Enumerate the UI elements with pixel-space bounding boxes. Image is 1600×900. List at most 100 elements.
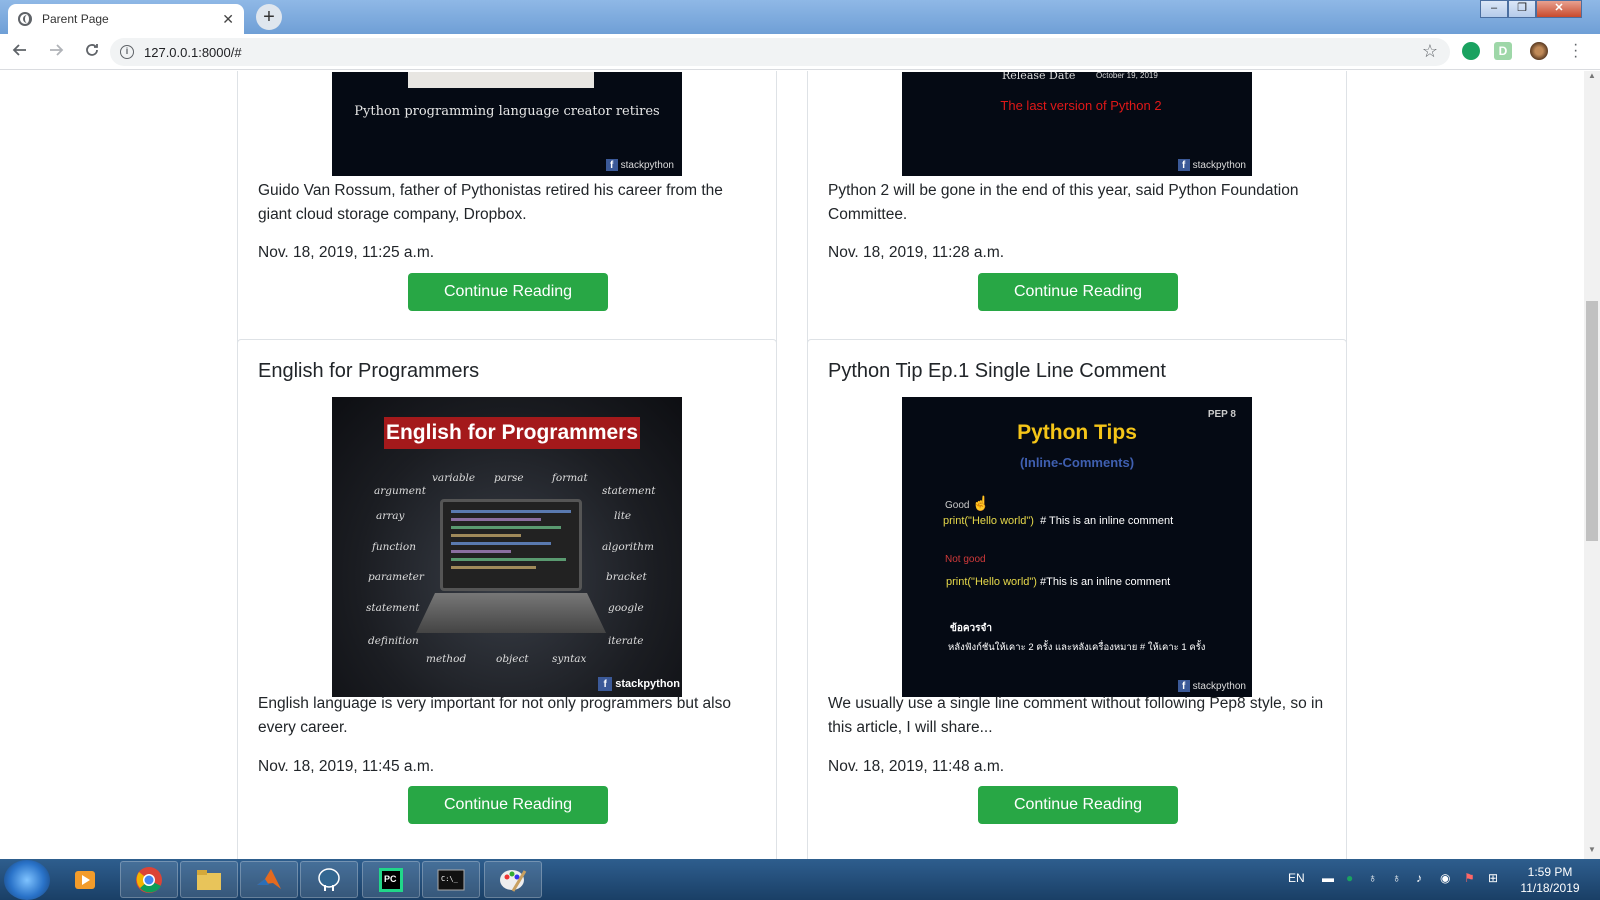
extension-green-icon[interactable] [1462,42,1480,60]
cmd-icon[interactable]: C:\_ [422,861,480,898]
tab-title: Parent Page [42,12,109,26]
forward-button[interactable] [40,36,72,68]
clock-date: 11/18/2019 [1520,881,1580,895]
bookmark-star-icon[interactable]: ☆ [1422,41,1438,62]
continue-reading-button[interactable]: Continue Reading [978,273,1178,311]
article-card: English for Programmers English for Prog… [237,339,777,859]
facebook-icon: f [1177,159,1190,171]
article-title[interactable]: English for Programmers [258,360,479,383]
language-indicator[interactable]: EN [1288,871,1305,885]
brand-mark: f stackpython [1177,680,1246,692]
bad-example: print("Hello world") #This is an inline … [946,576,1171,588]
note-title: ข้อควรจำ [950,623,992,634]
tray-postgres2-icon[interactable]: ♁ [1392,871,1401,885]
article-thumbnail[interactable]: English for Programmers variable parse f… [332,397,682,697]
good-example: print("Hello world") # This is an inline… [943,515,1174,527]
release-date: October 19, 2019 [1096,72,1158,80]
scroll-up-arrow-icon[interactable]: ▲ [1584,71,1600,85]
thumbnail-caption: The last version of Python 2 [1000,98,1162,113]
new-tab-button[interactable]: + [256,4,282,30]
start-button[interactable] [4,860,50,900]
article-description: We usually use a single line comment wit… [828,695,1324,736]
tray-green-icon[interactable]: ● [1346,871,1353,885]
tray-postgres-icon[interactable]: ♁ [1368,871,1377,885]
facebook-icon: f [598,677,613,691]
globe-icon [18,12,32,26]
matlab-icon[interactable] [240,861,298,898]
article-title[interactable]: Python Tip Ep.1 Single Line Comment [828,360,1166,383]
menu-kebab-icon[interactable]: · · · [1573,37,1578,65]
thumbnail-subheading: (Inline-Comments) [1019,455,1135,470]
thumbnail-banner: English for Programmers [384,417,640,449]
volume-icon[interactable]: ♪ [1416,871,1422,885]
article-date: Nov. 18, 2019, 11:28 a.m. [828,244,1005,261]
article-thumbnail[interactable]: Release Date October 19, 2019 The last v… [902,72,1252,176]
info-icon[interactable]: i [120,45,134,59]
address-bar[interactable]: i 127.0.0.1:8000/# ☆ [110,38,1450,66]
svg-text:C:\_: C:\_ [441,875,459,883]
arrow-right-icon [50,43,64,56]
system-clock[interactable]: 1:59 PM 11/18/2019 [1512,864,1588,896]
tray-monitor-icon[interactable]: ▬ [1322,871,1334,885]
laptop-screen [440,499,582,591]
note-text: หลังฟังก์ชันให้เคาะ 2 ครั้ง และหลังเครื่… [948,642,1206,653]
file-explorer-icon[interactable] [180,861,238,898]
arrow-left-icon [12,43,26,56]
brand-mark: f stackpython [1177,159,1246,171]
article-description: English language is very important for n… [258,695,731,736]
continue-reading-button[interactable]: Continue Reading [978,786,1178,824]
clock-time: 1:59 PM [1527,865,1573,879]
article-thumbnail[interactable]: PEP 8 Python Tips (Inline-Comments) Good… [902,397,1252,697]
minimize-button[interactable]: – [1480,0,1508,18]
media-player-icon[interactable] [62,861,108,898]
browser-toolbar: i 127.0.0.1:8000/# ☆ [0,34,1600,70]
close-window-button[interactable]: ✕ [1536,0,1582,18]
good-label: Good ☝ [945,495,990,511]
pycharm-icon[interactable]: PC [362,861,420,898]
action-center-flag-icon[interactable]: ⚑ [1464,871,1475,885]
page-scrollbar[interactable]: ▲ ▼ [1584,71,1600,859]
release-label: Release Date [1002,72,1076,82]
window-controls: – ❐ ✕ [1480,0,1582,18]
facebook-icon: f [1177,680,1190,692]
chrome-icon[interactable] [120,861,178,898]
thumbs-up-icon: ☝ [972,495,990,511]
url-text: 127.0.0.1:8000/# [144,44,242,60]
page-viewport: Python programming language creator reti… [0,71,1584,859]
postgres-icon[interactable] [300,861,358,898]
browser-tab[interactable]: Parent Page ✕ [8,4,244,34]
article-thumbnail[interactable]: Python programming language creator reti… [332,72,682,176]
laptop-keyboard [416,593,606,633]
brand-mark: f stackpython [598,677,680,691]
windows-taskbar: PC C:\_ EN ▬ ● ♁ ♁ ♪ ◉ ⚑ ⊞ 1:59 PM 11/18… [0,859,1600,900]
article-description: Python 2 will be gone in the end of this… [828,182,1299,223]
tray-chrome-icon[interactable]: ◉ [1440,871,1450,885]
svg-text:PC: PC [384,874,397,884]
pep-tag: PEP 8 [1207,409,1236,420]
thumbnail-heading: Python Tips [1017,421,1137,444]
scrollbar-thumb[interactable] [1586,301,1598,541]
profile-avatar[interactable] [1530,42,1548,60]
network-icon[interactable]: ⊞ [1488,871,1498,885]
article-date: Nov. 18, 2019, 11:25 a.m. [258,244,435,261]
brand-mark: f stackpython [605,159,674,171]
photo-strip [408,72,594,88]
maximize-button[interactable]: ❐ [1508,0,1536,18]
facebook-icon: f [605,159,618,171]
reload-icon [86,43,98,56]
reload-button[interactable] [76,36,108,68]
bad-label: Not good [945,554,986,565]
scroll-down-arrow-icon[interactable]: ▼ [1584,845,1600,859]
browser-titlebar: Parent Page ✕ + – ❐ ✕ [0,0,1600,34]
extension-d-icon[interactable]: D [1494,42,1512,60]
article-card: Python Tip Ep.1 Single Line Comment PEP … [807,339,1347,859]
tab-close-icon[interactable]: ✕ [222,11,234,28]
article-description: Guido Van Rossum, father of Pythonistas … [258,182,723,223]
continue-reading-button[interactable]: Continue Reading [408,273,608,311]
paint-icon[interactable] [484,861,542,898]
article-date: Nov. 18, 2019, 11:45 a.m. [258,758,435,775]
back-button[interactable] [4,36,36,68]
article-date: Nov. 18, 2019, 11:48 a.m. [828,758,1005,775]
continue-reading-button[interactable]: Continue Reading [408,786,608,824]
thumbnail-caption: Python programming language creator reti… [354,104,660,119]
